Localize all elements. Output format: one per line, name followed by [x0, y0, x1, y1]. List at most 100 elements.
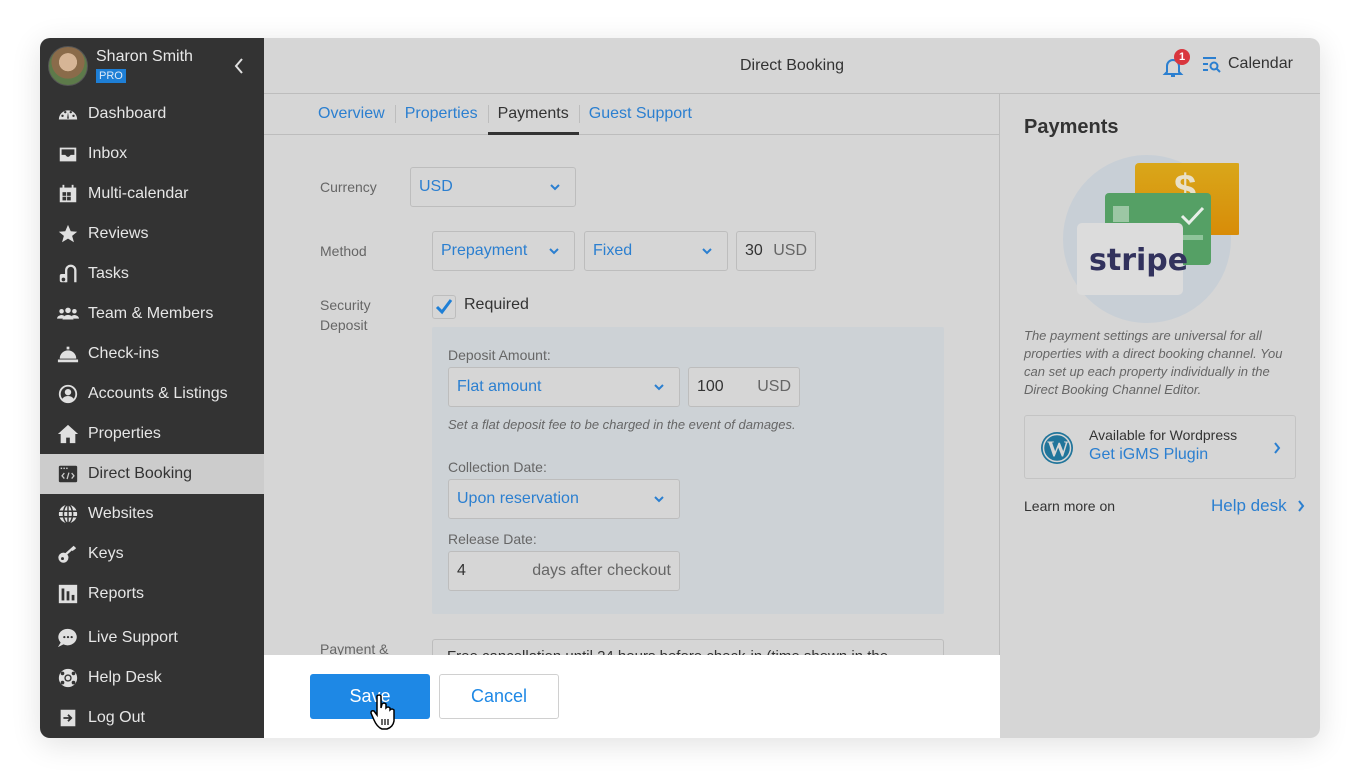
user-name: Sharon Smith	[96, 48, 193, 65]
sidebar-item-label: Tasks	[88, 265, 129, 282]
form-footer: Save Cancel	[264, 655, 1000, 738]
notification-count-badge: 1	[1174, 49, 1190, 65]
method-type-select[interactable]: Prepayment	[432, 231, 575, 271]
panel-description: The payment settings are universal for a…	[1024, 328, 1283, 397]
wordpress-plugin-card[interactable]: W Available for Wordpress Get iGMS Plugi…	[1024, 415, 1296, 479]
avatar[interactable]	[48, 46, 88, 86]
method-mode-select[interactable]: Fixed	[584, 231, 728, 271]
sidebar-item-properties[interactable]: Properties	[40, 414, 264, 454]
sidebar-item-tasks[interactable]: Tasks	[40, 254, 264, 294]
method-amount-input[interactable]: 30 USD	[736, 231, 816, 271]
release-date-unit: days after checkout	[532, 562, 671, 579]
payments-content: Overview Properties Payments Guest Suppo…	[264, 94, 1000, 738]
sidebar-item-log-out[interactable]: Log Out	[40, 698, 264, 738]
sidebar-item-multi-calendar[interactable]: Multi-calendar	[40, 174, 264, 214]
tab-payments[interactable]: Payments	[487, 94, 579, 135]
sidebar-item-label: Reports	[88, 585, 145, 602]
help-desk-link-label: Help desk	[1211, 496, 1287, 515]
sidebar-item-label: Direct Booking	[88, 465, 193, 482]
sidebar-item-label: Dashboard	[88, 105, 167, 122]
collection-date-label: Collection Date:	[448, 459, 547, 475]
get-plugin-link[interactable]: Get iGMS Plugin	[1089, 446, 1208, 464]
method-label: Method	[320, 243, 367, 259]
calendar-search-icon	[1203, 57, 1221, 73]
sidebar-item-label: Keys	[88, 545, 124, 562]
currency-select[interactable]: USD	[410, 167, 576, 207]
chevron-down-icon	[654, 496, 664, 503]
deposit-type-select[interactable]: Flat amount	[448, 367, 680, 407]
dashboard-icon	[56, 103, 80, 125]
sidebar-item-direct-booking[interactable]: Direct Booking	[40, 454, 264, 494]
sidebar-item-dashboard[interactable]: Dashboard	[40, 94, 264, 134]
sidebar-item-accounts[interactable]: Accounts & Listings	[40, 374, 264, 414]
vacuum-icon	[56, 263, 80, 285]
security-deposit-label-line1: Security	[320, 297, 371, 313]
tab-overview[interactable]: Overview	[308, 94, 395, 134]
deposit-amount-value: 100	[697, 378, 724, 395]
checkmark-icon	[435, 299, 453, 315]
app-window: Sharon Smith PRO Dashboard Inbox Multi-c…	[40, 38, 1320, 738]
service-bell-icon	[56, 343, 80, 365]
payment-policy-textarea[interactable]: Free cancellation until 24 hours before …	[432, 639, 944, 655]
collection-date-value: Upon reservation	[457, 490, 579, 507]
payments-form: Currency USD Method Prepayment Fixed 30 …	[264, 135, 999, 655]
release-date-label: Release Date:	[448, 531, 537, 547]
lifebuoy-icon	[56, 667, 80, 689]
deposit-settings-panel: Deposit Amount: Flat amount 100 USD Set …	[432, 327, 944, 614]
panel-title: Payments	[1024, 116, 1119, 138]
sidebar-item-help-desk[interactable]: Help Desk	[40, 658, 264, 698]
home-icon	[56, 423, 80, 445]
collapse-sidebar-icon[interactable]	[232, 56, 246, 76]
sidebar-item-label: Help Desk	[88, 669, 162, 686]
cancel-button[interactable]: Cancel	[439, 674, 559, 719]
tab-guest-support[interactable]: Guest Support	[578, 94, 702, 134]
sidebar-item-label: Log Out	[88, 709, 145, 726]
tab-properties[interactable]: Properties	[394, 94, 488, 134]
logout-icon	[56, 707, 80, 729]
save-button[interactable]: Save	[310, 674, 430, 719]
key-icon	[56, 543, 80, 565]
main-area: Direct Booking 1 Calendar Overview Prope…	[264, 38, 1320, 738]
calendar-label: Calendar	[1228, 55, 1293, 72]
svg-text:W: W	[1047, 436, 1069, 461]
chevron-down-icon	[549, 248, 559, 255]
required-label: Required	[464, 296, 529, 313]
sidebar-item-websites[interactable]: Websites	[40, 494, 264, 534]
inbox-icon	[56, 143, 80, 165]
deposit-amount-label: Deposit Amount:	[448, 347, 551, 363]
method-type-value: Prepayment	[441, 242, 528, 259]
sidebar-item-team[interactable]: Team & Members	[40, 294, 264, 334]
release-date-input[interactable]: 4 days after checkout	[448, 551, 680, 591]
deposit-amount-unit: USD	[757, 378, 791, 395]
sidebar-item-check-ins[interactable]: Check-ins	[40, 334, 264, 374]
chevron-down-icon	[654, 384, 664, 391]
help-desk-link[interactable]: Help desk	[1211, 496, 1305, 516]
pro-badge: PRO	[96, 69, 126, 83]
required-checkbox[interactable]	[432, 295, 456, 319]
sidebar-item-label: Websites	[88, 505, 154, 522]
method-mode-value: Fixed	[593, 242, 633, 259]
sidebar-item-label: Reviews	[88, 225, 149, 242]
calendar-search-button[interactable]: Calendar	[1202, 55, 1293, 73]
tab-bar: Overview Properties Payments Guest Suppo…	[264, 94, 999, 135]
chevron-down-icon	[550, 184, 560, 191]
user-profile[interactable]: Sharon Smith PRO	[40, 38, 264, 94]
method-amount-unit: USD	[773, 242, 807, 259]
chat-icon	[56, 627, 80, 649]
sidebar-item-inbox[interactable]: Inbox	[40, 134, 264, 174]
sidebar-item-reports[interactable]: Reports	[40, 574, 264, 614]
star-icon	[56, 223, 80, 245]
collection-date-select[interactable]: Upon reservation	[448, 479, 680, 519]
deposit-amount-input[interactable]: 100 USD	[688, 367, 800, 407]
sidebar-item-live-support[interactable]: Live Support	[40, 618, 264, 658]
sidebar: Sharon Smith PRO Dashboard Inbox Multi-c…	[40, 38, 264, 738]
team-icon	[56, 303, 80, 325]
code-window-icon	[56, 463, 80, 485]
wordpress-logo-icon: W	[1041, 432, 1073, 464]
sidebar-item-reviews[interactable]: Reviews	[40, 214, 264, 254]
method-amount-value: 30	[745, 242, 763, 259]
sidebar-item-label: Team & Members	[88, 305, 214, 322]
sidebar-item-label: Accounts & Listings	[88, 385, 228, 402]
wordpress-available-text: Available for Wordpress	[1089, 427, 1238, 443]
sidebar-item-keys[interactable]: Keys	[40, 534, 264, 574]
